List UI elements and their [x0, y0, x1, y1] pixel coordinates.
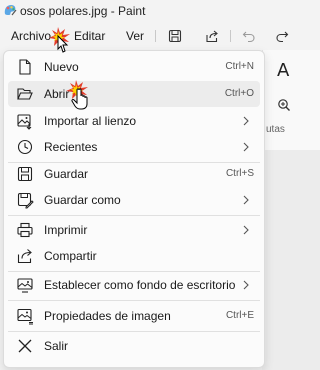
click-indicator-icon: [49, 27, 70, 53]
clock-icon: [17, 139, 33, 155]
menu-bar: Archivo Editar Ver: [0, 24, 320, 48]
ribbon-panel: [262, 50, 320, 150]
click-indicator-icon: [66, 80, 88, 110]
image-import-icon: [17, 114, 32, 130]
menu-item-label: Nuevo: [44, 60, 79, 74]
menu-item-image-properties[interactable]: Propiedades de imagen Ctrl+E: [8, 303, 260, 329]
image-properties-icon: [17, 308, 33, 325]
shortcut-text: Ctrl+E: [225, 310, 254, 321]
menu-item-open[interactable]: Abrir Ctrl+O: [8, 81, 260, 107]
menu-item-label: Guardar como: [44, 193, 121, 207]
share-button[interactable]: [202, 27, 222, 45]
menu-item-set-wallpaper[interactable]: Establecer como fondo de escritorio: [8, 272, 260, 298]
save-icon: [168, 29, 182, 43]
text-tool-button[interactable]: A: [277, 60, 289, 81]
file-menu-dropdown: Nuevo Ctrl+N Abrir Ctrl+O Importar al li…: [3, 50, 265, 368]
save-button[interactable]: [165, 27, 185, 45]
menu-item-label: Guardar: [44, 167, 89, 181]
chevron-right-icon: [243, 225, 249, 235]
menu-item-new[interactable]: Nuevo Ctrl+N: [8, 54, 260, 80]
menu-item-import-to-canvas[interactable]: Importar al lienzo: [8, 108, 260, 134]
menu-view[interactable]: Ver: [126, 29, 144, 43]
paint-app-icon: [4, 5, 17, 16]
new-file-icon: [19, 59, 31, 75]
menu-edit[interactable]: Editar: [74, 29, 105, 43]
redo-button[interactable]: [272, 27, 292, 45]
menu-item-save[interactable]: Guardar Ctrl+S: [8, 161, 260, 187]
menu-item-label: Salir: [44, 339, 69, 353]
save-icon: [17, 166, 33, 182]
menu-item-save-as[interactable]: Guardar como: [8, 187, 260, 213]
shortcut-text: Ctrl+S: [225, 168, 254, 179]
chevron-right-icon: [243, 116, 249, 126]
save-as-icon: [17, 192, 34, 209]
tools-group-label: utas: [266, 124, 285, 135]
menu-item-label: Propiedades de imagen: [44, 309, 171, 323]
redo-icon: [276, 31, 289, 43]
folder-open-icon: [17, 88, 33, 100]
menu-file[interactable]: Archivo: [11, 29, 51, 43]
share-icon: [206, 30, 218, 43]
menu-item-label: Importar al lienzo: [44, 114, 137, 128]
title-bar: osos polares.jpg - Paint: [0, 0, 320, 24]
chevron-right-icon: [243, 280, 249, 290]
wallpaper-icon: [17, 278, 33, 293]
menu-item-share[interactable]: Compartir: [8, 243, 260, 269]
menu-item-label: Recientes: [44, 140, 98, 154]
zoom-in-icon[interactable]: [277, 98, 291, 112]
toolbar-separator: [230, 30, 231, 42]
undo-button[interactable]: [239, 27, 259, 45]
print-icon: [17, 222, 33, 238]
canvas-area: [262, 150, 320, 370]
menu-separator: [8, 331, 260, 332]
menu-item-exit[interactable]: Salir: [8, 333, 260, 359]
shortcut-text: Ctrl+N: [225, 61, 254, 72]
chevron-right-icon: [243, 195, 249, 205]
menu-separator: [8, 215, 260, 216]
window-title: osos polares.jpg - Paint: [20, 4, 146, 18]
menu-item-recent[interactable]: Recientes: [8, 134, 260, 160]
menu-item-label: Establecer como fondo de escritorio: [44, 278, 236, 292]
menu-item-print[interactable]: Imprimir: [8, 217, 260, 243]
toolbar-separator: [155, 30, 156, 42]
share-icon: [17, 249, 32, 264]
menu-item-label: Imprimir: [44, 223, 88, 237]
chevron-right-icon: [243, 142, 249, 152]
menu-item-label: Compartir: [44, 249, 97, 263]
menu-separator: [8, 300, 260, 301]
undo-icon: [242, 31, 255, 43]
close-icon: [18, 339, 32, 353]
shortcut-text: Ctrl+O: [224, 88, 254, 99]
